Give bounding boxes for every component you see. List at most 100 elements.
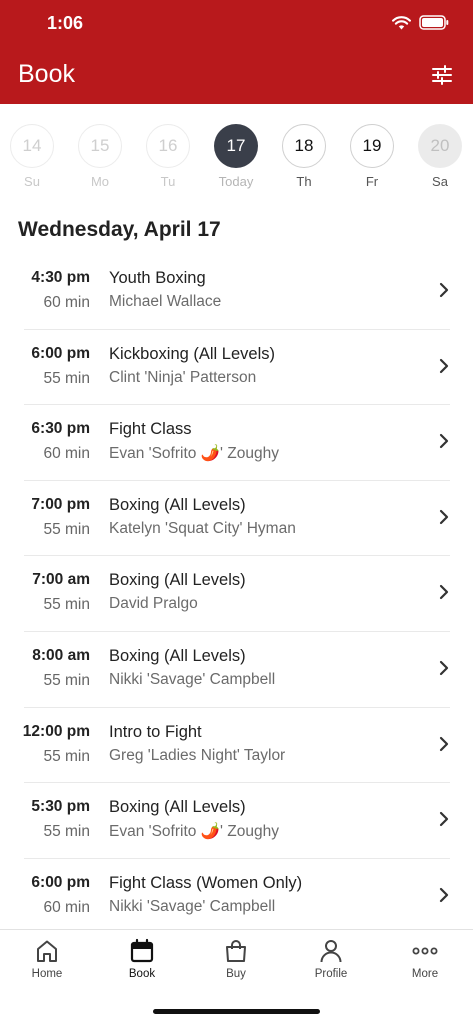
class-instructor: Michael Wallace <box>109 293 222 310</box>
class-list: 4:30 pm 60 min Youth Boxing Michael Wallace… <box>0 254 473 934</box>
class-name: Boxing (All Levels) <box>109 571 246 590</box>
class-duration: 55 min <box>43 823 90 841</box>
class-duration: 55 min <box>43 520 90 538</box>
day-number: 17 <box>214 124 258 168</box>
app-header: 1:06 Book <box>0 0 473 104</box>
home-indicator <box>153 1009 320 1014</box>
day-label: Th <box>296 174 312 189</box>
class-row[interactable]: 7:00 am 55 min Boxing (All Levels) David Pr… <box>24 556 450 632</box>
tab-label: Buy <box>226 968 246 980</box>
class-time: 5:30 pm <box>31 798 90 816</box>
class-name: Boxing (All Levels) <box>109 646 246 665</box>
class-instructor: David Pralgo <box>109 595 198 613</box>
battery-icon <box>419 15 449 30</box>
chevron-right-icon <box>439 434 449 449</box>
class-instructor: Clint 'Ninja' Patterson <box>109 368 257 386</box>
class-time: 6:00 pm <box>31 873 90 891</box>
class-duration: 55 min <box>43 747 90 765</box>
day-label: Mo <box>90 174 110 189</box>
day-sa: 20 Sa <box>417 124 463 189</box>
tab-buy[interactable]: Buy <box>196 938 276 980</box>
class-instructor: Greg 'Ladies Night' Taylor <box>109 746 286 764</box>
home-icon <box>37 940 57 962</box>
class-name: Kickboxing (All Levels) <box>109 344 275 363</box>
class-time: 7:00 pm <box>31 495 90 513</box>
class-duration: 55 min <box>43 671 90 689</box>
day-number: 18 <box>282 124 326 168</box>
tab-profile[interactable]: Profile <box>291 938 371 980</box>
class-row[interactable]: 6:00 pm 60 min Fight Class (Women Only) Nik… <box>24 859 450 935</box>
day-label: Today <box>218 174 254 189</box>
class-time: 7:00 am <box>32 571 90 589</box>
chevron-right-icon <box>439 660 449 676</box>
chevron-right-icon <box>439 887 449 902</box>
chevron-right-icon <box>439 812 449 827</box>
chevron-right-icon <box>439 358 449 373</box>
status-time: 1:06 <box>47 13 84 33</box>
day-number: 16 <box>146 124 190 168</box>
class-time: 12:00 pm <box>22 722 90 740</box>
filter-button[interactable] <box>429 62 455 88</box>
class-row[interactable]: 7:00 pm 55 min Boxing (All Levels) Katelyn … <box>24 481 450 557</box>
class-row[interactable]: 5:30 pm 55 min Boxing (All Levels) Evan 'So… <box>24 783 450 859</box>
date-heading: Wednesday, April 17 <box>18 218 221 241</box>
class-duration: 60 min <box>43 898 90 916</box>
day-number: 20 <box>418 124 462 168</box>
day-label: Fr <box>365 174 379 189</box>
tab-label: More <box>411 968 439 980</box>
class-instructor: Evan 'Sofrito 🌶️' Zoughy <box>109 823 279 841</box>
day-mo[interactable]: 15 Mo <box>77 124 123 189</box>
class-name: Intro to Fight <box>109 722 202 741</box>
class-row[interactable]: 6:00 pm 55 min Kickboxing (All Levels) Clin… <box>24 330 450 406</box>
day-number: 14 <box>10 124 54 168</box>
class-row[interactable]: 8:00 am 55 min Boxing (All Levels) Nikki 'S… <box>24 632 450 708</box>
tab-label: Home <box>31 968 63 980</box>
status-icons <box>392 15 449 30</box>
day-su[interactable]: 14 Su <box>9 124 55 189</box>
chevron-right-icon <box>439 736 449 751</box>
day-fr[interactable]: 19 Fr <box>349 124 395 189</box>
class-name: Youth Boxing <box>109 269 206 287</box>
class-instructor: Evan 'Sofrito 🌶️' Zoughy <box>109 445 279 463</box>
class-instructor: Nikki 'Savage' Campbell <box>109 897 276 915</box>
class-row[interactable]: 6:30 pm 60 min Fight Class Evan 'Sofrito 🌶️… <box>24 405 450 481</box>
week-day-selector: 14 Su 15 Mo 16 Tu 17 Today 18 Th 19 Fr 20 Sa <box>0 124 473 194</box>
sliders-icon <box>432 65 452 85</box>
class-time: 8:00 am <box>32 646 90 664</box>
class-instructor: Katelyn 'Squat City' Hyman <box>109 519 296 537</box>
tab-label: Profile <box>314 968 348 980</box>
wifi-icon <box>392 15 411 29</box>
bag-icon <box>226 940 246 962</box>
day-label: Su <box>24 174 40 189</box>
person-icon <box>320 940 342 963</box>
class-duration: 55 min <box>43 596 90 614</box>
day-number: 19 <box>350 124 394 168</box>
class-time: 6:00 pm <box>31 344 90 362</box>
class-name: Boxing (All Levels) <box>109 495 246 514</box>
chevron-right-icon <box>439 509 449 524</box>
page-title: Book <box>18 60 75 88</box>
tab-book[interactable]: Book <box>102 938 182 980</box>
chevron-right-icon <box>439 585 449 600</box>
class-name: Fight Class <box>109 420 192 439</box>
day-th[interactable]: 18 Th <box>281 124 327 189</box>
class-name: Fight Class (Women Only) <box>109 873 303 892</box>
class-row[interactable]: 12:00 pm 55 min Intro to Fight Greg 'Ladies… <box>22 708 450 784</box>
calendar-icon <box>130 938 154 963</box>
class-name: Boxing (All Levels) <box>109 798 246 817</box>
day-today[interactable]: 17 Today <box>213 124 259 189</box>
class-duration: 60 min <box>43 294 90 311</box>
day-number: 15 <box>78 124 122 168</box>
class-time: 4:30 pm <box>31 269 90 286</box>
class-duration: 60 min <box>43 445 90 463</box>
day-label: Tu <box>160 174 176 189</box>
tab-home[interactable]: Home <box>7 938 87 980</box>
chevron-right-icon <box>439 282 449 298</box>
class-instructor: Nikki 'Savage' Campbell <box>109 670 276 688</box>
tab-more[interactable]: More <box>385 938 465 980</box>
class-time: 6:30 pm <box>31 420 90 438</box>
more-dots-icon <box>412 947 438 955</box>
class-duration: 55 min <box>43 369 90 387</box>
class-row[interactable]: 4:30 pm 60 min Youth Boxing Michael Wallace <box>24 254 450 330</box>
day-tu[interactable]: 16 Tu <box>145 124 191 189</box>
